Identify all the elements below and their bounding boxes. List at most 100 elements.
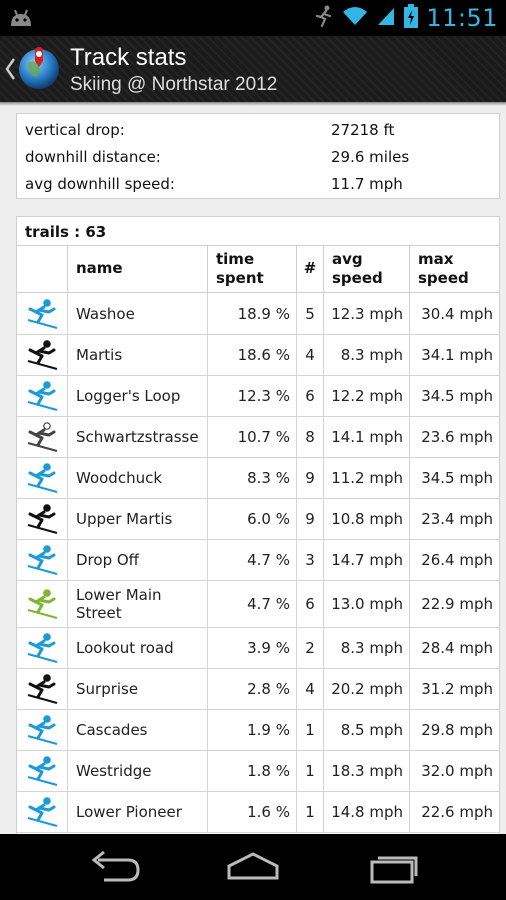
skier-icon-cell (17, 539, 67, 580)
table-row[interactable]: Lower Pioneer 1.6 % 1 14.8 mph 22.6 mph (17, 791, 499, 833)
skier-icon-cell (17, 416, 67, 457)
skier-icon-cell (17, 668, 67, 709)
trail-name: Schwartzstrasse (76, 427, 199, 446)
max-speed-cell: 23.4 mph (409, 498, 499, 539)
column-header-max-speed[interactable]: max speed (409, 246, 499, 292)
cell-signal-icon (376, 5, 396, 31)
up-chevron-icon[interactable] (4, 56, 16, 82)
time-spent-cell: 6.0 % (207, 498, 296, 539)
skier-icon (27, 380, 58, 411)
run-count-cell: 1 (296, 750, 323, 791)
skier-icon (27, 462, 58, 493)
max-speed-cell: 23.6 mph (409, 416, 499, 457)
avg-speed-cell: 14.7 mph (323, 539, 409, 580)
summary-row-downhill-distance: downhill distance: 29.6 miles (17, 143, 499, 170)
skier-icon (27, 588, 58, 619)
max-speed: 22.6 mph (421, 802, 493, 821)
max-speed-cell: 34.5 mph (409, 375, 499, 416)
run-count-cell: 4 (296, 334, 323, 375)
max-speed-cell: 30.4 mph (409, 293, 499, 334)
table-row[interactable]: Lookout road 3.9 % 2 8.3 mph 28.4 mph (17, 627, 499, 669)
running-activity-icon (314, 4, 334, 32)
summary-value: 29.6 miles (331, 148, 410, 166)
skier-icon-cell (17, 334, 67, 375)
skier-icon-cell (17, 457, 67, 498)
column-header-name[interactable]: name (67, 246, 207, 292)
table-row[interactable]: Woodchuck 8.3 % 9 11.2 mph 34.5 mph (17, 457, 499, 499)
max-speed-cell: 34.5 mph (409, 457, 499, 498)
run-count: 4 (305, 679, 315, 698)
summary-row-vertical-drop: vertical drop: 27218 ft (17, 116, 499, 143)
time-spent-cell: 1.8 % (207, 750, 296, 791)
run-count: 9 (305, 468, 315, 487)
table-row[interactable]: Lower Main Street 4.7 % 6 13.0 mph 22.9 mph (17, 580, 499, 628)
trail-name-cell: Martis (67, 334, 207, 375)
skier-icon-cell (17, 375, 67, 416)
avg-speed: 13.0 mph (331, 594, 403, 613)
skier-icon-cell (17, 580, 67, 627)
avg-speed: 10.8 mph (331, 509, 403, 528)
table-row[interactable]: Upper Martis 6.0 % 9 10.8 mph 23.4 mph (17, 498, 499, 540)
avg-speed: 14.8 mph (331, 802, 403, 821)
run-count-cell: 1 (296, 791, 323, 832)
max-speed-cell: 34.1 mph (409, 334, 499, 375)
table-row[interactable]: Westridge 1.8 % 1 18.3 mph 32.0 mph (17, 750, 499, 792)
trails-table: trails : 63 name time spent # avg speed … (16, 216, 500, 838)
table-row[interactable]: Washoe 18.9 % 5 12.3 mph 30.4 mph (17, 293, 499, 335)
avg-speed-cell: 18.3 mph (323, 750, 409, 791)
recent-apps-icon[interactable] (364, 848, 424, 886)
trail-name-cell: Cascades (67, 709, 207, 750)
max-speed: 23.6 mph (421, 427, 493, 446)
column-header-avg-speed[interactable]: avg speed (323, 246, 409, 292)
time-spent-cell: 18.9 % (207, 293, 296, 334)
table-row[interactable]: Surprise 2.8 % 4 20.2 mph 31.2 mph (17, 668, 499, 710)
trail-name-cell: Lower Main Street (67, 580, 207, 627)
table-row[interactable]: Schwartzstrasse 10.7 % 8 14.1 mph 23.6 mph (17, 416, 499, 458)
trail-name: Lower Main Street (76, 585, 162, 622)
run-count: 5 (305, 304, 315, 323)
avg-speed: 8.3 mph (340, 345, 403, 364)
home-icon[interactable] (223, 848, 283, 886)
summary-value: 27218 ft (331, 121, 395, 139)
trail-name-cell: Lower Pioneer (67, 791, 207, 832)
avg-speed: 8.5 mph (340, 720, 403, 739)
max-speed: 26.4 mph (421, 550, 493, 569)
time-spent-cell: 18.6 % (207, 334, 296, 375)
max-speed-cell: 28.4 mph (409, 627, 499, 668)
avg-speed-cell: 8.3 mph (323, 627, 409, 668)
max-speed-cell: 26.4 mph (409, 539, 499, 580)
trail-name-cell: Washoe (67, 293, 207, 334)
avg-speed: 18.3 mph (331, 761, 403, 780)
column-header-count[interactable]: # (296, 246, 323, 292)
trail-name-cell: Schwartzstrasse (67, 416, 207, 457)
time-spent: 4.7 % (247, 594, 290, 613)
column-header-icon[interactable] (17, 246, 67, 292)
skier-icon (27, 544, 58, 575)
time-spent: 18.6 % (237, 345, 290, 364)
table-row[interactable]: Drop Off 4.7 % 3 14.7 mph 26.4 mph (17, 539, 499, 581)
time-spent-cell: 1.9 % (207, 709, 296, 750)
trail-name: Martis (76, 345, 123, 364)
table-row[interactable]: Cascades 1.9 % 1 8.5 mph 29.8 mph (17, 709, 499, 751)
run-count: 3 (305, 550, 315, 569)
avg-speed-cell: 20.2 mph (323, 668, 409, 709)
column-header-time-spent[interactable]: time spent (207, 246, 296, 292)
table-row[interactable]: Martis 18.6 % 4 8.3 mph 34.1 mph (17, 334, 499, 376)
run-count: 2 (305, 638, 315, 657)
back-icon[interactable] (84, 848, 144, 886)
run-count-cell: 8 (296, 416, 323, 457)
table-row[interactable]: Logger's Loop 12.3 % 6 12.2 mph 34.5 mph (17, 375, 499, 417)
max-speed-cell: 29.8 mph (409, 709, 499, 750)
avg-speed-cell: 8.5 mph (323, 709, 409, 750)
time-spent: 2.8 % (247, 679, 290, 698)
time-spent-cell: 4.7 % (207, 539, 296, 580)
avg-speed-cell: 12.2 mph (323, 375, 409, 416)
trail-name: Lookout road (76, 638, 174, 657)
run-count: 4 (305, 345, 315, 364)
time-spent-cell: 10.7 % (207, 416, 296, 457)
avg-speed: 20.2 mph (331, 679, 403, 698)
time-spent: 12.3 % (237, 386, 290, 405)
max-speed-cell: 31.2 mph (409, 668, 499, 709)
app-globe-logo-icon[interactable] (16, 45, 62, 91)
max-speed: 34.5 mph (421, 468, 493, 487)
